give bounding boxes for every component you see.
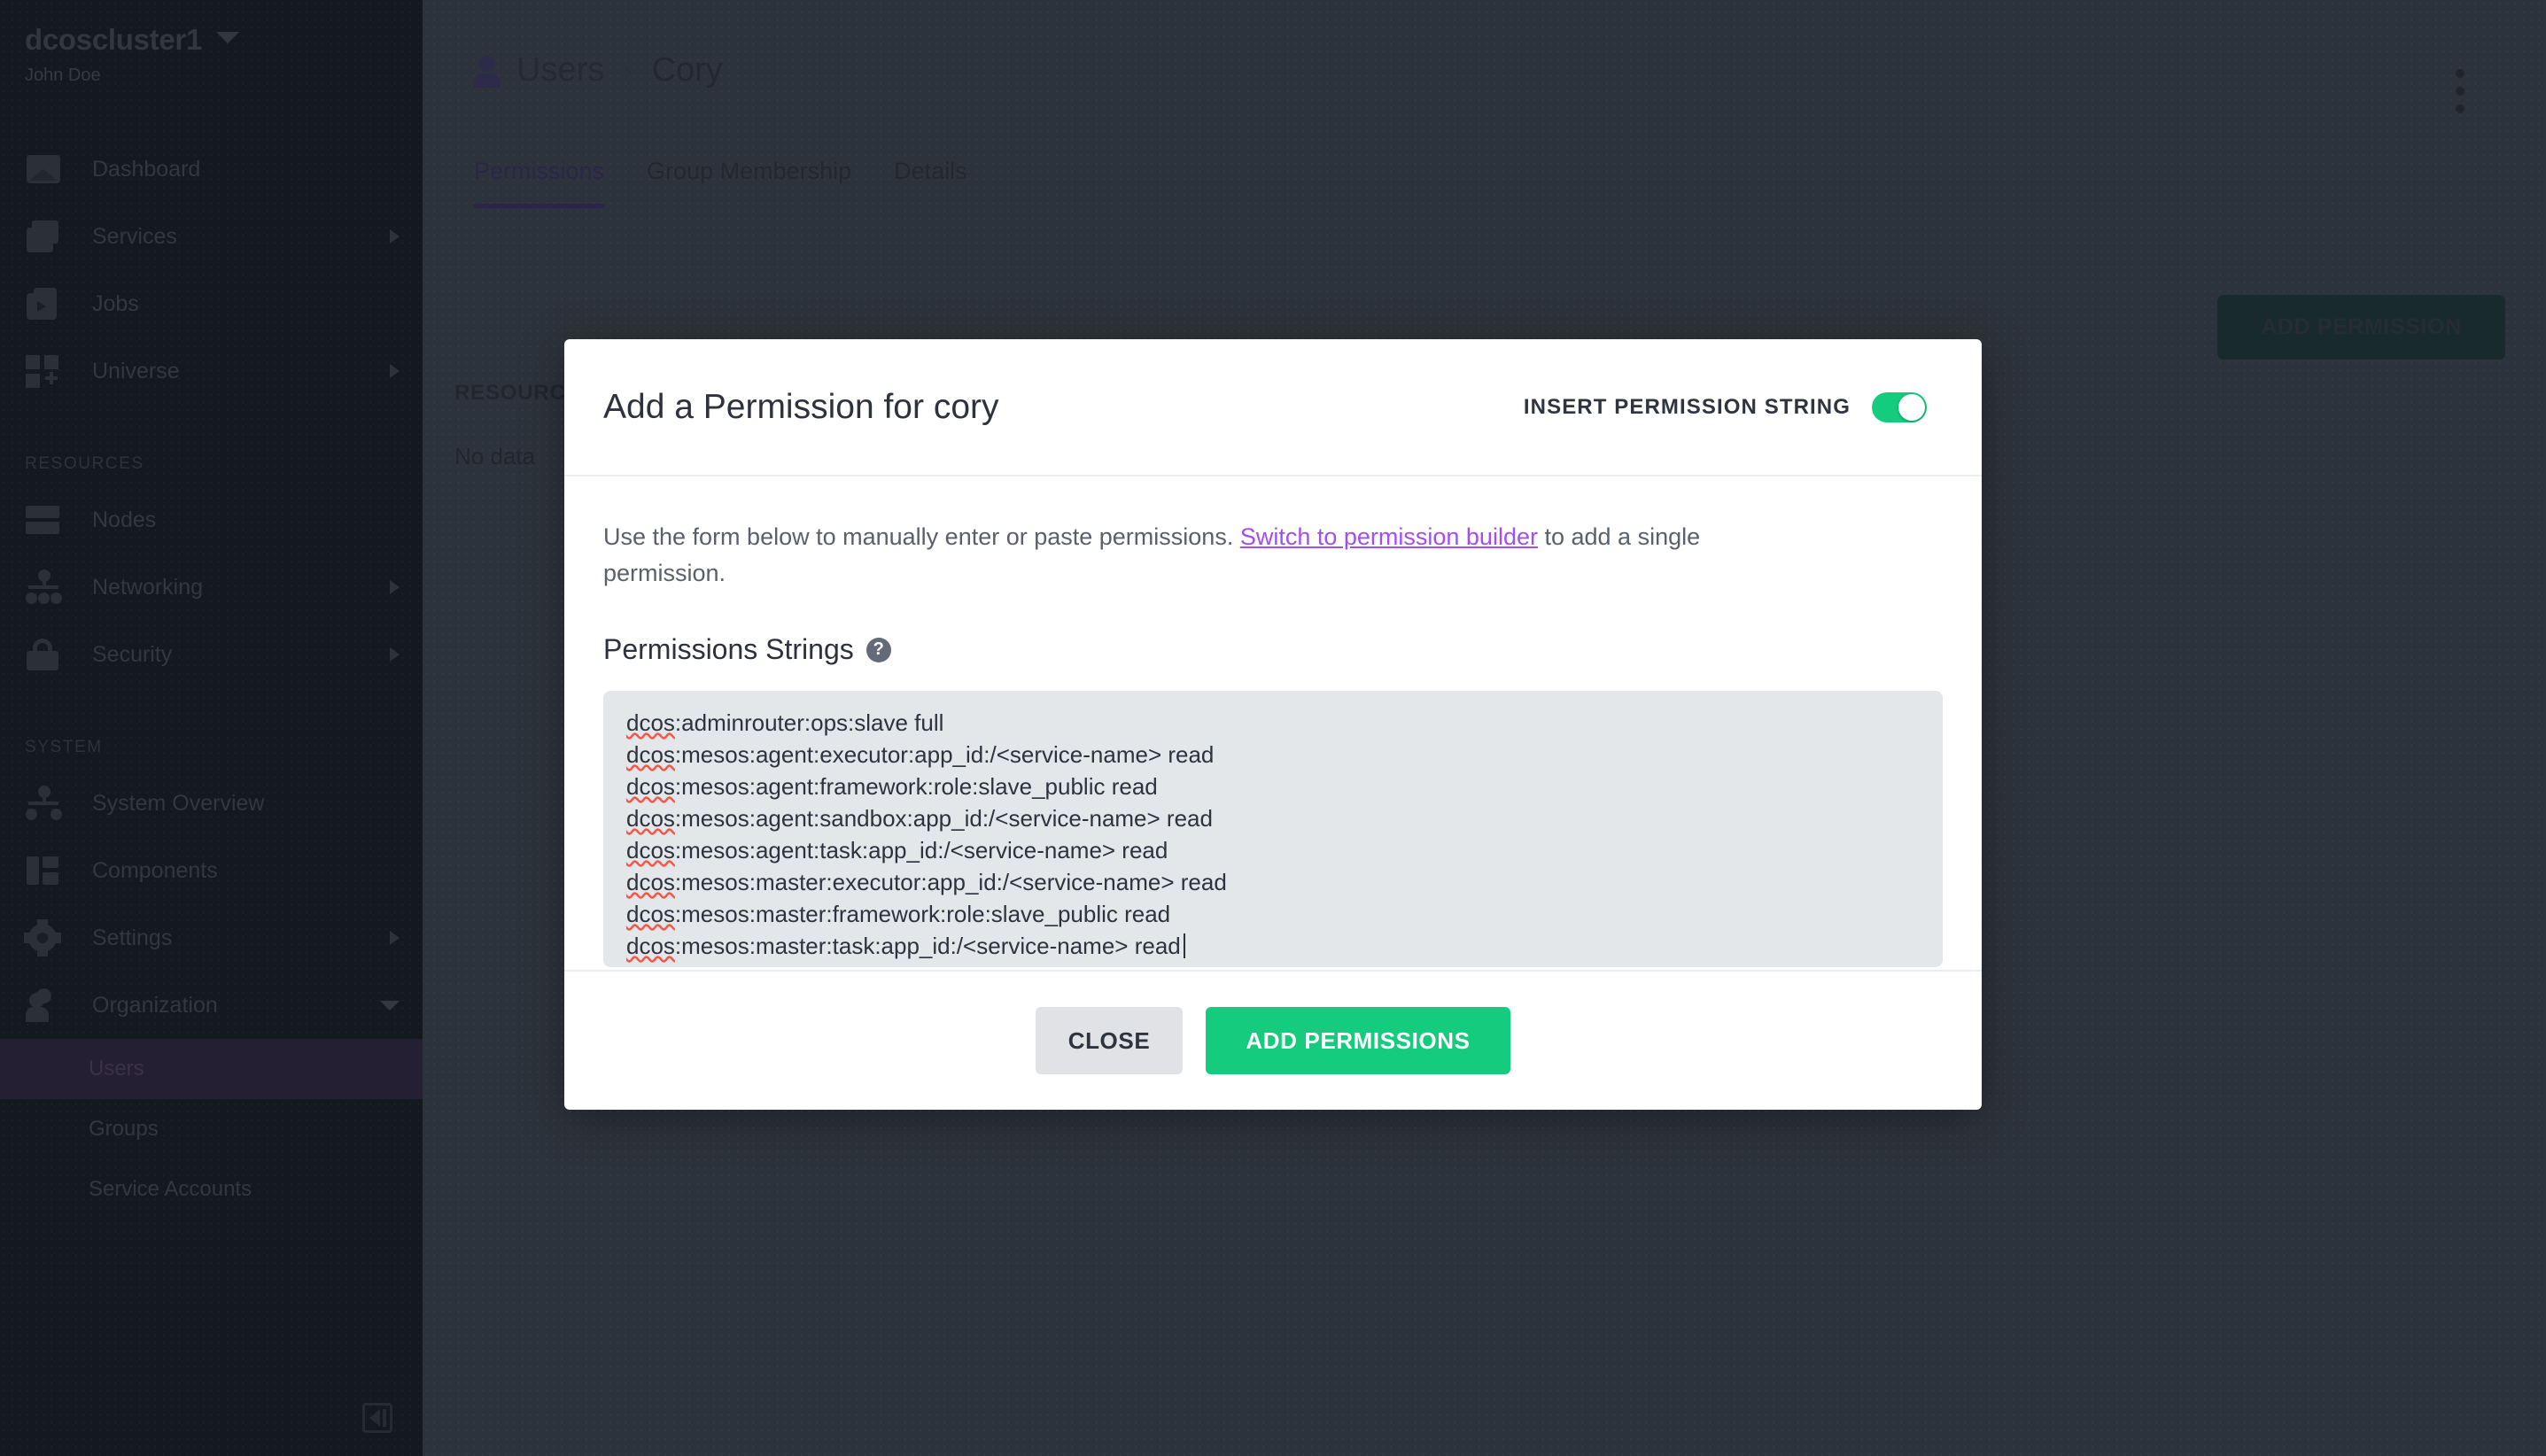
permissions-strings-textarea[interactable]: dcos:adminrouter:ops:slave full dcos:meso…: [603, 691, 1943, 967]
permission-string-line: dcos:mesos:agent:sandbox:app_id:/<servic…: [626, 805, 1213, 832]
permission-string-line: dcos:mesos:agent:task:app_id:/<service-n…: [626, 837, 1168, 864]
permission-string-line: dcos:mesos:agent:executor:app_id:/<servi…: [626, 741, 1215, 768]
app-root: dcoscluster1 John Doe Dashboard Services…: [0, 0, 2546, 1456]
permissions-strings-label-row: Permissions Strings ?: [603, 633, 1943, 666]
permission-string-line: dcos:mesos:master:framework:role:slave_p…: [626, 901, 1171, 927]
modal-body: Use the form below to manually enter or …: [564, 476, 1982, 970]
toggle-knob: [1898, 393, 1925, 421]
close-button[interactable]: CLOSE: [1036, 1007, 1183, 1074]
add-permissions-button[interactable]: ADD PERMISSIONS: [1206, 1007, 1510, 1074]
switch-to-permission-builder-link[interactable]: Switch to permission builder: [1240, 523, 1538, 550]
text-cursor: [1183, 933, 1185, 958]
modal-title: Add a Permission for cory: [603, 387, 999, 426]
description-text-before: Use the form below to manually enter or …: [603, 523, 1240, 550]
modal-footer: CLOSE ADD PERMISSIONS: [564, 970, 1982, 1110]
toggle-label: INSERT PERMISSION STRING: [1523, 394, 1851, 419]
insert-permission-string-toggle-group[interactable]: INSERT PERMISSION STRING: [1523, 391, 1927, 422]
permissions-strings-label: Permissions Strings: [603, 633, 854, 665]
permission-string-line: dcos:mesos:master:executor:app_id:/<serv…: [626, 869, 1227, 895]
add-permission-modal: Add a Permission for cory INSERT PERMISS…: [564, 339, 1982, 1110]
modal-header: Add a Permission for cory INSERT PERMISS…: [564, 339, 1982, 476]
help-icon[interactable]: ?: [865, 637, 891, 662]
permission-string-line: dcos:mesos:agent:framework:role:slave_pu…: [626, 773, 1158, 800]
modal-description: Use the form below to manually enter or …: [603, 519, 1826, 591]
insert-permission-string-toggle[interactable]: [1872, 391, 1927, 422]
permission-string-line: dcos:adminrouter:ops:slave full: [626, 709, 944, 736]
permission-string-line: dcos:mesos:master:task:app_id:/<service-…: [626, 930, 1920, 962]
